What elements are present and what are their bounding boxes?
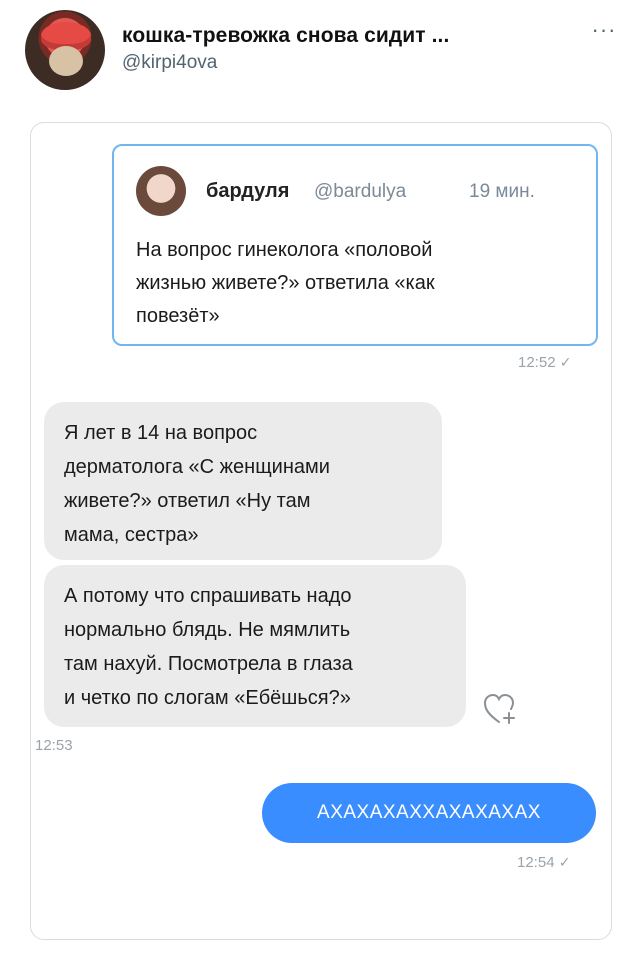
message-line: мама, сестра» — [64, 524, 199, 546]
message-line: А потому что спрашивать надо — [64, 585, 352, 607]
message-time-3: 12:54 ✓ — [517, 854, 570, 871]
message-line: дерматолога «С женщинами — [64, 456, 330, 478]
quoted-text-line: повезёт» — [136, 305, 220, 327]
outgoing-message-bubble[interactable]: АХАХАХАХХАХАХАХАХ — [262, 783, 596, 843]
avatar-face — [49, 46, 83, 76]
quoted-author-name: бардуля — [206, 180, 290, 202]
quoted-author-handle: @bardulya — [314, 181, 407, 202]
incoming-message-bubble[interactable]: Я лет в 14 на вопрос дерматолога «С женщ… — [44, 402, 442, 560]
more-options-icon[interactable]: ··· — [588, 19, 620, 41]
author-handle[interactable]: @kirpi4ova — [122, 52, 217, 74]
time-label: 12:54 — [517, 854, 555, 871]
message-time-1: 12:52 ✓ — [518, 354, 571, 371]
message-line: Я лет в 14 на вопрос — [64, 422, 258, 444]
incoming-message-bubble[interactable]: А потому что спрашивать надо нормально б… — [44, 565, 466, 727]
quoted-author-avatar — [136, 166, 186, 216]
time-label: 12:52 — [518, 354, 556, 371]
quoted-text-line: На вопрос гинеколога «половой — [136, 239, 433, 261]
author-display-name[interactable]: кошка-тревожка снова сидит ... — [122, 24, 449, 48]
message-line: нормально блядь. Не мямлить — [64, 619, 351, 641]
message-line: живете?» ответил «Ну там — [64, 490, 311, 512]
read-check-icon: ✓ — [558, 854, 571, 870]
author-avatar[interactable] — [25, 10, 105, 90]
message-time-2: 12:53 — [35, 737, 73, 754]
message-line: и четко по слогам «Ебёшься?» — [64, 687, 351, 709]
read-check-icon: ✓ — [559, 354, 572, 370]
tweet-header: кошка-тревожка снова сидит ... @kirpi4ov… — [0, 0, 640, 110]
message-line: там нахуй. Посмотрела в глаза — [64, 653, 353, 675]
add-reaction-heart-icon[interactable] — [482, 692, 518, 726]
quoted-tweet[interactable]: бардуля @bardulya 19 мин. На вопрос гине… — [112, 144, 598, 346]
quoted-tweet-time: 19 мин. — [469, 181, 535, 202]
quoted-text-line: жизнью живете?» ответила «как — [136, 272, 435, 294]
quoted-tweet-text: На вопрос гинеколога «половой жизнью жив… — [136, 234, 576, 333]
